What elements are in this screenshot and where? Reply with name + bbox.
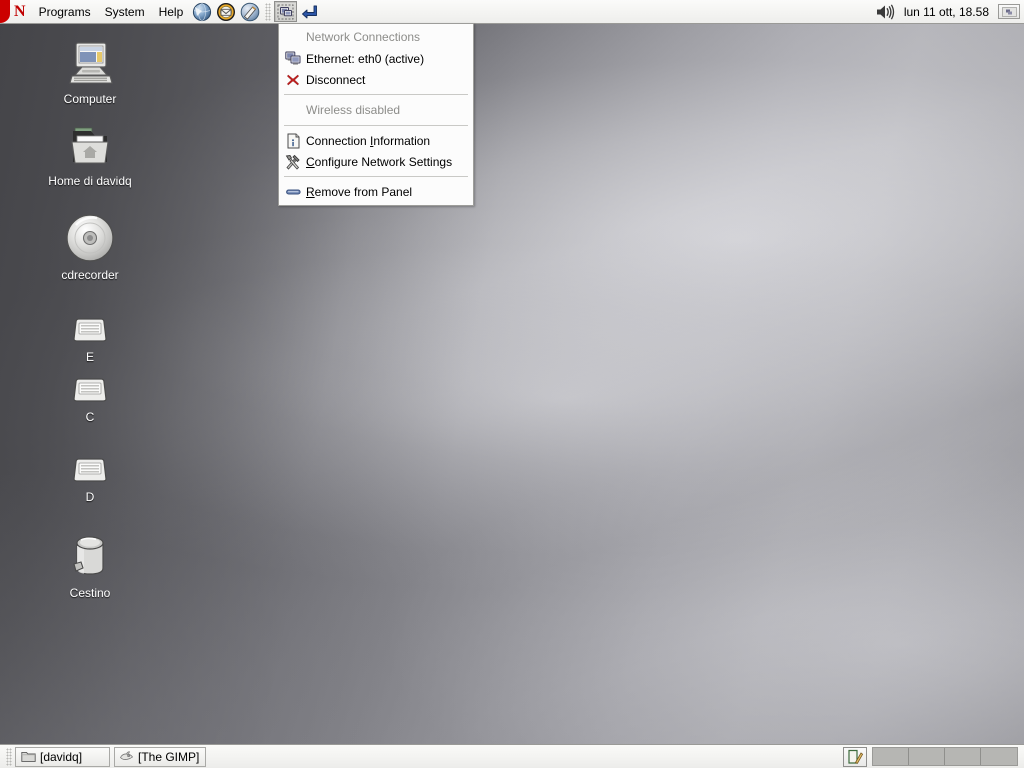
panel-bar-icon — [284, 183, 302, 200]
menu-item-label: Configure Network Settings — [306, 154, 453, 169]
taskbar-item-davidq[interactable]: [davidq] — [15, 746, 110, 767]
bottom-panel: [davidq] [The GIMP] — [0, 744, 1024, 768]
speaker-icon — [876, 3, 894, 20]
home-folder-icon — [35, 118, 145, 170]
menu-item-label: Remove from Panel — [306, 184, 413, 199]
menu-item-disconnect[interactable]: Disconnect — [279, 69, 473, 90]
computer-icon — [35, 36, 145, 88]
bottom-panel-right-area — [843, 746, 1024, 767]
clock-applet[interactable]: lun 11 ott, 18.58 — [897, 5, 996, 19]
panel-status-area: lun 11 ott, 18.58 — [873, 1, 1024, 23]
folder-icon — [20, 749, 36, 765]
gimp-wilber-icon — [119, 749, 134, 765]
desktop-icon-label: cdrecorder — [61, 268, 119, 282]
desktop-icon-label: Home di davidq — [48, 174, 132, 188]
email-client-icon — [217, 2, 236, 21]
taskbar-drag-handle[interactable] — [6, 747, 12, 766]
menu-separator — [284, 176, 468, 177]
drive-icon — [35, 294, 145, 346]
info-document-icon — [284, 132, 302, 149]
desktop-background[interactable] — [0, 24, 1024, 744]
menu-item-configure-network-settings[interactable]: Configure Network Settings — [279, 151, 473, 172]
applet-network-monitor[interactable] — [274, 1, 298, 22]
workspace-1[interactable] — [873, 748, 909, 765]
menu-item-connection-information[interactable]: Connection Information — [279, 130, 473, 151]
menu-item-label: Connection Information — [306, 133, 431, 148]
menu-section-network-connections: Network Connections — [306, 30, 421, 44]
desktop-icon-trash[interactable]: Cestino — [35, 530, 145, 600]
menu-system[interactable]: System — [98, 3, 152, 21]
workspace-3[interactable] — [945, 748, 981, 765]
drive-icon — [35, 434, 145, 486]
desktop-icon-label: C — [85, 410, 95, 424]
desktop-icon-label: Cestino — [69, 586, 111, 600]
window-shade-icon — [1001, 6, 1017, 17]
menu-item-label: Ethernet: eth0 (active) — [306, 51, 425, 66]
desktop-icon-cdrecorder[interactable]: cdrecorder — [35, 212, 145, 282]
menu-item-remove-from-panel[interactable]: Remove from Panel — [279, 181, 473, 202]
menu-separator — [284, 125, 468, 126]
launcher-web-browser[interactable] — [191, 1, 213, 23]
menu-programs[interactable]: Programs — [32, 3, 98, 21]
desktop-icon-computer[interactable]: Computer — [35, 36, 145, 106]
drive-icon — [35, 354, 145, 406]
taskbar-item-label: [The GIMP] — [138, 749, 200, 764]
blue-arrow-icon — [301, 5, 317, 18]
panel-corner-decoration — [0, 0, 10, 23]
desktop-icon-drive-c[interactable]: C — [35, 354, 145, 424]
desktop-icon-label: D — [85, 490, 95, 504]
network-connections-menu: Network Connections Ethernet: eth0 (acti… — [278, 23, 474, 206]
launcher-text-editor[interactable] — [239, 1, 261, 23]
red-x-icon — [284, 71, 302, 88]
cdrom-icon — [35, 212, 145, 264]
taskbar-item-the-gimp[interactable]: [The GIMP] — [114, 746, 206, 767]
applet-show-desktop[interactable] — [298, 1, 320, 23]
tools-icon — [284, 153, 302, 170]
desktop-icon-label: Computer — [63, 92, 117, 106]
workspace-2[interactable] — [909, 748, 945, 765]
wired-network-icon — [284, 50, 302, 67]
menu-help[interactable]: Help — [152, 3, 191, 21]
text-editor-icon — [240, 2, 260, 21]
menu-separator — [284, 94, 468, 95]
notes-editor-icon — [847, 749, 863, 764]
desktop-icon-home[interactable]: Home di davidq — [35, 118, 145, 188]
window-shade-button[interactable] — [998, 4, 1020, 19]
menu-item-label: Disconnect — [306, 72, 366, 87]
workspace-4[interactable] — [981, 748, 1017, 765]
trash-icon — [35, 530, 145, 582]
network-monitor-icon — [277, 4, 294, 19]
web-browser-icon — [193, 2, 212, 21]
panel-drag-handle[interactable] — [265, 2, 272, 21]
launcher-email-client[interactable] — [215, 1, 237, 23]
taskbar-item-label: [davidq] — [40, 749, 83, 764]
distro-logo: N — [14, 2, 26, 20]
desktop-icon-drive-d[interactable]: D — [35, 434, 145, 504]
menu-mnemonic: C — [306, 154, 315, 169]
wallpaper-bottom-shade — [0, 24, 1024, 744]
top-panel: N Programs System Help lun 11 ott, 18.58 — [0, 0, 1024, 24]
menu-mnemonic: R — [306, 184, 315, 199]
menu-item-ethernet[interactable]: Ethernet: eth0 (active) — [279, 48, 473, 69]
applet-notes-editor[interactable] — [843, 746, 867, 767]
menu-mnemonic: I — [370, 133, 374, 148]
workspace-switcher[interactable] — [872, 747, 1018, 766]
applet-volume-control[interactable] — [874, 1, 896, 23]
menu-section-wireless-status: Wireless disabled — [306, 103, 401, 117]
